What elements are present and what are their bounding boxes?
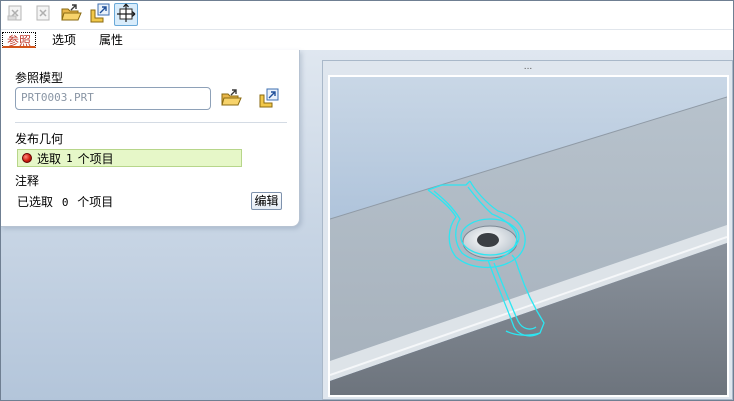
notes-label: 注释 — [15, 174, 40, 188]
dimmed-x-icon — [6, 4, 24, 25]
open-folder-icon — [220, 88, 242, 111]
open-folder-icon — [60, 3, 82, 26]
selector-unit: 个项目 — [77, 151, 114, 166]
notes-selected-label: 已选取 — [17, 195, 54, 209]
notes-unit: 个项目 — [77, 195, 114, 209]
notes-status: 已选取 0 个项目 — [17, 193, 113, 210]
tab-options[interactable]: 选项 — [48, 32, 80, 48]
publish-geometry-label: 发布几何 — [15, 132, 64, 146]
tab-properties[interactable]: 属性 — [95, 32, 127, 48]
copy-geometry-icon — [89, 2, 111, 27]
resize-grip[interactable]: ... — [520, 63, 536, 72]
ref-model-field[interactable]: PRT0003.PRT — [15, 87, 211, 110]
copy-geometry-button[interactable] — [88, 3, 112, 26]
open-model-button[interactable] — [218, 87, 244, 111]
edit-button[interactable]: 编辑 — [251, 192, 282, 210]
model-viewport[interactable] — [328, 75, 729, 397]
toolbar-button-disabled-2[interactable] — [31, 3, 55, 26]
section-divider — [15, 122, 287, 123]
move-tool-icon — [116, 3, 136, 26]
notes-count: 0 — [61, 196, 69, 209]
dimmed-x-icon — [34, 4, 52, 25]
tab-bar: 参照 选项 属性 — [0, 30, 734, 50]
toolbar-button-disabled-1[interactable] — [3, 3, 27, 26]
hole — [477, 233, 499, 247]
ref-model-label: 参照模型 — [15, 71, 64, 85]
selector-label: 选取 — [37, 151, 62, 166]
geometry-selector[interactable]: 选取 1 个项目 — [17, 149, 242, 167]
graphics-window: ... — [322, 60, 733, 400]
model-render — [330, 77, 727, 395]
references-panel: 参照模型 PRT0003.PRT 发布几何 选取 1 个项目 注释 已选取 0 — [0, 50, 300, 227]
open-button[interactable] — [59, 3, 83, 26]
copy-geometry-icon — [258, 87, 280, 112]
copy-geometry-model-button[interactable] — [256, 87, 282, 111]
selector-count: 1 — [66, 151, 73, 165]
required-dot-icon — [22, 153, 32, 163]
tab-references[interactable]: 参照 — [2, 32, 37, 48]
toolbar — [0, 0, 734, 30]
move-tool-button[interactable] — [114, 3, 138, 26]
